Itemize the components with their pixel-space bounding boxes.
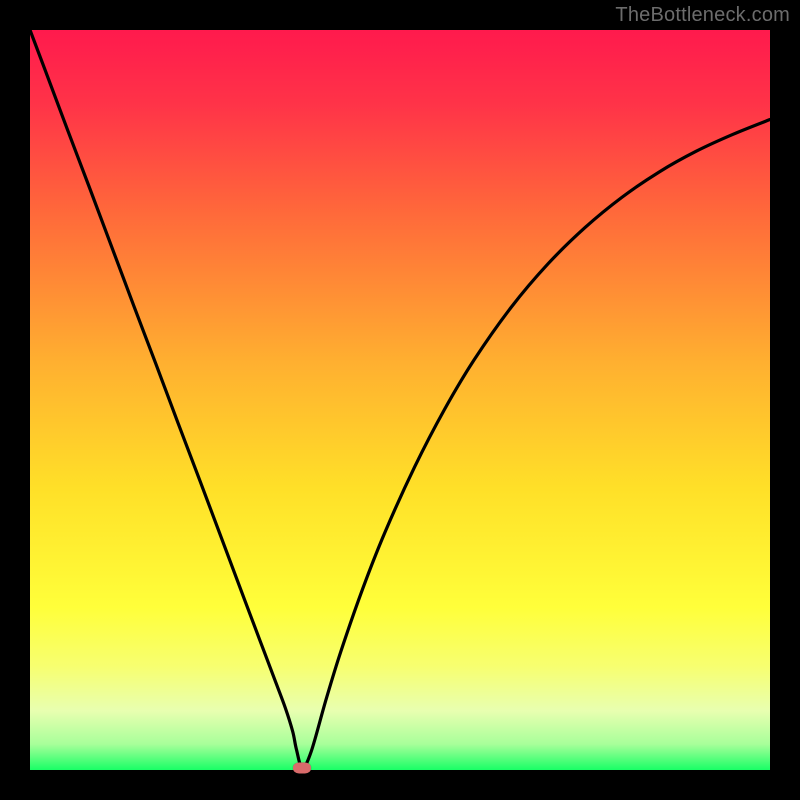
chart-frame: TheBottleneck.com — [0, 0, 800, 800]
watermark-text: TheBottleneck.com — [615, 4, 790, 27]
optimum-marker — [293, 762, 311, 773]
curve-path — [30, 30, 770, 768]
bottleneck-curve — [30, 30, 770, 770]
plot-area — [30, 30, 770, 770]
